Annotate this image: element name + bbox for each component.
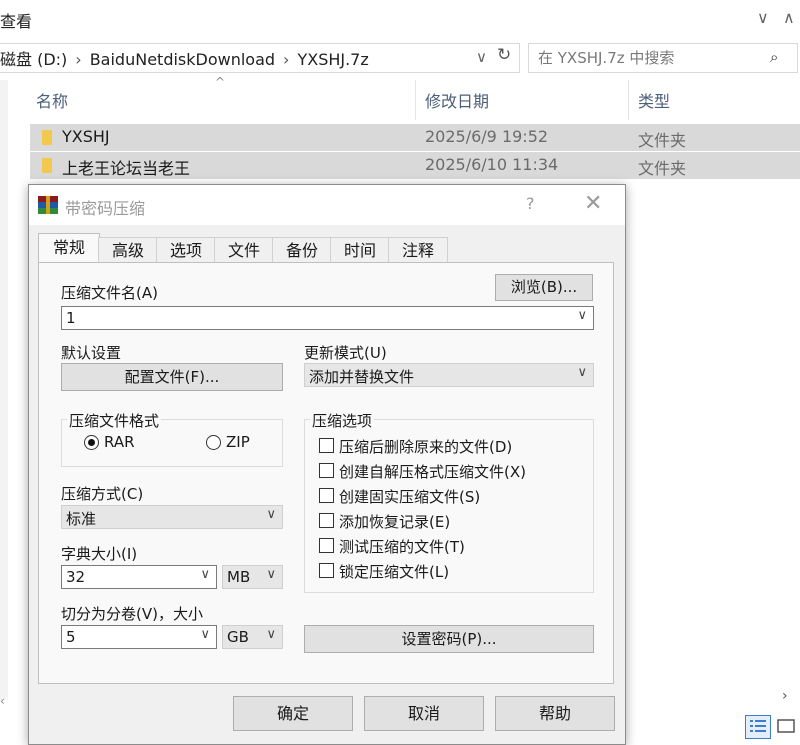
folder-icon xyxy=(42,130,52,145)
tab-options[interactable]: 选项 xyxy=(156,237,216,263)
help-button[interactable]: 帮助 xyxy=(495,696,615,731)
column-divider[interactable] xyxy=(415,80,416,120)
navigation-pane-edge xyxy=(0,80,8,700)
breadcrumb: 磁盘 (D:) › BaiduNetdiskDownload › YXSHJ.7z xyxy=(0,46,369,70)
large-icons-view-icon[interactable] xyxy=(775,715,797,737)
details-view-icon[interactable] xyxy=(745,715,771,739)
column-divider[interactable] xyxy=(628,80,629,120)
split-unit-value: GB xyxy=(227,628,249,646)
chevron-down-icon: ∨ xyxy=(266,627,276,642)
sort-ascending-icon: ^ xyxy=(215,75,226,89)
file-type: 文件夹 xyxy=(638,159,687,178)
breadcrumb-archive[interactable]: YXSHJ.7z xyxy=(297,50,368,69)
dictionary-size-input[interactable]: 32 ∨ xyxy=(61,565,217,589)
archive-name-value: 1 xyxy=(66,309,76,327)
option-label[interactable]: 锁定压缩文件(L) xyxy=(339,561,449,582)
profiles-button[interactable]: 配置文件(F)... xyxy=(61,363,283,391)
dialog-title: 带密码压缩 xyxy=(65,199,146,218)
update-mode-select[interactable]: 添加并替换文件 ∨ xyxy=(304,363,594,387)
split-size-value: 5 xyxy=(66,628,76,646)
refresh-icon[interactable]: ↻ xyxy=(497,45,511,65)
chevron-right-icon: › xyxy=(283,50,290,69)
dictionary-size-value: 32 xyxy=(66,568,86,586)
chevron-right-icon: › xyxy=(75,50,82,69)
chevron-down-icon[interactable]: ∨ xyxy=(577,308,587,323)
dictionary-unit-select[interactable]: MB ∨ xyxy=(222,565,283,589)
option-label[interactable]: 添加恢复记录(E) xyxy=(339,511,450,532)
test-files-checkbox[interactable] xyxy=(319,538,334,553)
chevron-down-icon: ∨ xyxy=(266,507,276,522)
option-label[interactable]: 创建自解压格式压缩文件(X) xyxy=(339,461,526,482)
help-icon[interactable]: ? xyxy=(526,194,535,213)
tab-time[interactable]: 时间 xyxy=(330,237,390,263)
sfx-checkbox[interactable] xyxy=(319,463,334,478)
rar-label[interactable]: RAR xyxy=(104,433,135,451)
breadcrumb-drive[interactable]: 磁盘 (D:) xyxy=(0,50,67,69)
zip-label[interactable]: ZIP xyxy=(226,433,250,451)
winrar-icon xyxy=(38,196,58,214)
tab-comment[interactable]: 注释 xyxy=(388,237,448,263)
file-date: 2025/6/10 11:34 xyxy=(425,155,559,174)
file-name: YXSHJ xyxy=(62,127,110,146)
column-header-type[interactable]: 类型 xyxy=(638,88,670,112)
search-icon[interactable]: ⌕ xyxy=(770,48,778,66)
zip-radio[interactable] xyxy=(206,435,221,450)
archive-format-label: 压缩文件格式 xyxy=(67,410,162,431)
address-dropdown-icon[interactable]: ∨ xyxy=(476,48,487,66)
chevron-down-icon[interactable]: ∨ xyxy=(200,627,210,642)
rar-radio[interactable] xyxy=(84,435,99,450)
default-settings-label: 默认设置 xyxy=(61,344,122,362)
option-label[interactable]: 压缩后删除原来的文件(D) xyxy=(339,436,512,457)
file-row[interactable]: YXSHJ 2025/6/9 19:52 文件夹 xyxy=(30,124,800,151)
file-date: 2025/6/9 19:52 xyxy=(425,127,549,146)
scroll-right-icon[interactable]: › xyxy=(782,688,788,704)
recovery-record-checkbox[interactable] xyxy=(319,513,334,528)
folder-icon xyxy=(42,158,52,173)
ok-button[interactable]: 确定 xyxy=(233,696,353,731)
tab-backup[interactable]: 备份 xyxy=(272,237,332,263)
search-placeholder: 在 YXSHJ.7z 中搜索 xyxy=(538,49,675,67)
method-value: 标准 xyxy=(66,510,97,528)
archive-name-input[interactable]: 1 ∨ xyxy=(61,306,594,330)
method-label: 压缩方式(C) xyxy=(61,485,144,503)
view-menu-label[interactable]: 查看 xyxy=(0,8,32,32)
file-row[interactable]: 上老王论坛当老王 2025/6/10 11:34 文件夹 xyxy=(30,152,800,179)
tab-files[interactable]: 文件 xyxy=(214,237,274,263)
chevron-down-icon: ∨ xyxy=(577,365,587,380)
delete-after-checkbox[interactable] xyxy=(319,438,334,453)
solid-checkbox[interactable] xyxy=(319,488,334,503)
column-header-date[interactable]: 修改日期 xyxy=(425,88,489,112)
breadcrumb-folder[interactable]: BaiduNetdiskDownload xyxy=(90,50,275,69)
tab-general[interactable]: 常规 xyxy=(38,233,100,264)
column-header-name[interactable]: 名称 xyxy=(36,88,68,112)
update-mode-label: 更新模式(U) xyxy=(304,344,387,362)
file-name: 上老王论坛当老王 xyxy=(62,159,191,178)
explorer-toolbar xyxy=(0,0,800,38)
chevron-down-icon[interactable]: ∨ xyxy=(200,567,210,582)
split-volume-label: 切分为分卷(V)，大小 xyxy=(61,605,203,623)
split-unit-select[interactable]: GB ∨ xyxy=(222,625,283,649)
method-select[interactable]: 标准 ∨ xyxy=(61,505,283,529)
tab-advanced[interactable]: 高级 xyxy=(98,237,158,263)
chevron-down-icon: ∨ xyxy=(266,567,276,582)
close-icon[interactable]: ✕ xyxy=(584,191,602,216)
dictionary-unit-value: MB xyxy=(227,568,251,586)
archive-options-label: 压缩选项 xyxy=(310,410,375,431)
archive-name-label: 压缩文件名(A) xyxy=(61,284,158,302)
scroll-left-icon[interactable]: ‹ xyxy=(0,694,5,708)
file-type: 文件夹 xyxy=(638,131,687,150)
option-label[interactable]: 测试压缩的文件(T) xyxy=(339,536,465,557)
chevron-up-icon[interactable]: ∧ xyxy=(783,8,795,27)
split-size-input[interactable]: 5 ∨ xyxy=(61,625,217,649)
lock-archive-checkbox[interactable] xyxy=(319,563,334,578)
chevron-down-icon[interactable]: ∨ xyxy=(757,8,769,27)
set-password-button[interactable]: 设置密码(P)... xyxy=(304,625,594,653)
dictionary-label: 字典大小(I) xyxy=(61,545,138,563)
browse-button[interactable]: 浏览(B)... xyxy=(495,274,593,301)
cancel-button[interactable]: 取消 xyxy=(364,696,484,731)
option-label[interactable]: 创建固实压缩文件(S) xyxy=(339,486,480,507)
archive-dialog: 带密码压缩 ? ✕ 常规 高级 选项 文件 备份 时间 注释 压缩文件名(A) … xyxy=(28,184,626,745)
update-mode-value: 添加并替换文件 xyxy=(309,368,415,386)
